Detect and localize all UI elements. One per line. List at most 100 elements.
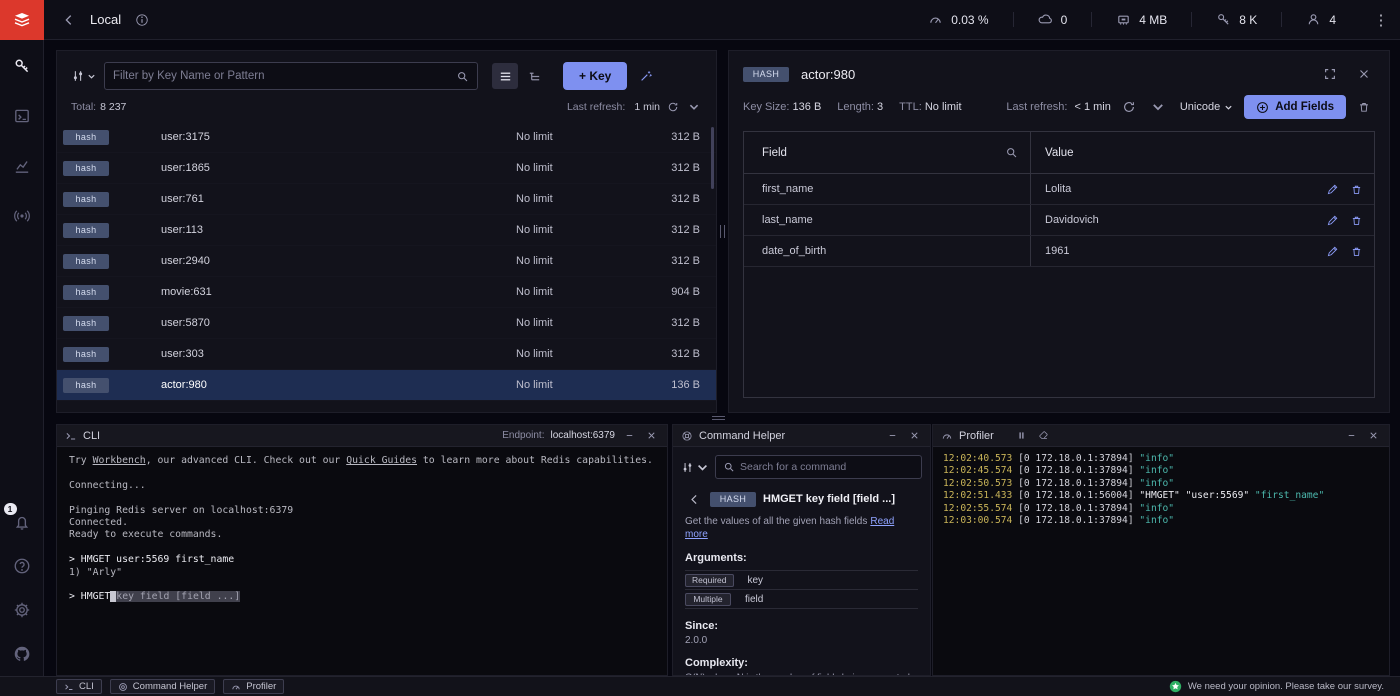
command-search-input[interactable] [740,461,914,473]
helper-search-row [673,447,930,485]
ttl-value[interactable]: No limit [925,101,962,113]
key-row[interactable]: hash movie:631 No limit 904 B [57,277,716,308]
key-type-badge: hash [63,254,109,269]
db-info-button[interactable] [131,9,153,31]
encoding-select[interactable]: Unicode [1176,101,1237,113]
stat-clients[interactable]: 4 [1281,12,1360,27]
key-name: movie:631 [161,286,516,298]
key-size-value: 136 B [793,101,822,113]
minimize-profiler-button[interactable] [1343,428,1359,444]
key-row[interactable]: hash user:3175 No limit 312 B [57,122,716,153]
close-profiler-button[interactable] [1365,428,1381,444]
back-button[interactable] [58,9,80,31]
key-details-meta: Key Size: 136 B Length: 3 TTL: No limit … [743,95,1375,119]
edit-field-button[interactable] [1322,210,1342,230]
sidebar-item-analytics[interactable] [10,154,34,178]
horizontal-resize-handle[interactable] [703,412,733,423]
field-search-icon[interactable] [1005,146,1018,159]
sidebar-item-pubsub[interactable] [10,204,34,228]
hash-field-value: 1961 [1045,245,1069,257]
details-refresh-button[interactable] [1118,96,1140,118]
delete-field-button[interactable] [1346,179,1366,199]
stat-clients-value: 4 [1329,13,1336,27]
argument-badge: Multiple [685,593,731,606]
bulk-actions-icon[interactable] [635,65,657,87]
add-key-button[interactable]: + Key [563,62,627,90]
stat-total-keys-value: 8 K [1239,13,1257,27]
minimize-cli-button[interactable] [621,428,637,444]
delete-field-button[interactable] [1346,210,1366,230]
key-ttl: No limit [516,131,628,143]
edit-field-button[interactable] [1322,179,1342,199]
key-row[interactable]: hash user:303 No limit 312 B [57,339,716,370]
statusbar-profiler-tab[interactable]: Profiler [223,679,284,694]
cli-output[interactable]: Try Workbench, our advanced CLI. Check o… [57,447,667,675]
key-type-filter-button[interactable] [71,69,96,83]
scrollbar[interactable] [711,127,714,189]
argument-badge: Required [685,574,734,587]
key-row[interactable]: hash user:1865 No limit 312 B [57,153,716,184]
key-search-input[interactable] [113,70,450,82]
survey-link[interactable]: We need your opinion. Please take our su… [1169,680,1390,693]
hash-field-name: date_of_birth [744,236,1030,266]
key-row[interactable]: hash user:2940 No limit 312 B [57,246,716,277]
clear-profiler-button[interactable] [1036,428,1052,444]
hash-field-value-cell: Davidovich [1030,205,1374,235]
statusbar: CLI Command Helper Profiler We need your… [0,676,1400,696]
overflow-menu-icon[interactable]: ⋮ [1370,9,1392,31]
sidebar-item-browser[interactable] [10,54,34,78]
chevron-down-icon [696,461,709,474]
tree-view-button[interactable] [521,63,547,89]
list-view-button[interactable] [492,63,518,89]
key-row[interactable]: hash actor:980 No limit 136 B [57,370,716,401]
helper-back-button[interactable] [685,490,703,508]
statusbar-command-helper-tab[interactable]: Command Helper [110,679,215,694]
stat-cpu[interactable]: 0.03 % [904,12,1012,27]
sidebar-item-workbench[interactable] [10,104,34,128]
fullscreen-button[interactable] [1319,63,1341,85]
close-helper-button[interactable] [906,428,922,444]
refresh-button[interactable] [665,99,681,115]
key-type-badge: hash [63,316,109,331]
profiler-output[interactable]: 12:02:40.573 [0 172.18.0.1:37894] "info"… [933,447,1389,675]
redis-logo[interactable] [0,0,44,40]
complexity-value: O(N) where N is the number of fields bei… [685,672,918,675]
endpoint-value: localhost:6379 [551,430,616,441]
auto-refresh-menu-button[interactable] [686,99,702,115]
key-row[interactable]: hash user:113 No limit 312 B [57,215,716,246]
delete-key-button[interactable] [1353,96,1375,118]
vertical-resize-handle[interactable] [717,50,728,413]
edit-field-button[interactable] [1322,241,1342,261]
key-row[interactable]: hash user:761 No limit 312 B [57,184,716,215]
stat-memory[interactable]: 4 MB [1091,12,1191,27]
stat-network[interactable]: 0 [1013,12,1092,27]
key-ttl: No limit [516,255,628,267]
key-details-panel: HASH actor:980 Key Size: 136 B Length: 3… [728,50,1390,413]
profiler-icon [941,430,953,442]
github-button[interactable] [10,642,34,666]
field-column-header: Field [762,147,787,159]
key-type-badge: HASH [743,67,789,82]
statusbar-command-helper-label: Command Helper [133,681,207,692]
delete-field-button[interactable] [1346,241,1366,261]
details-auto-refresh-menu-button[interactable] [1147,96,1169,118]
help-button[interactable] [10,554,34,578]
stat-total-keys[interactable]: 8 K [1191,12,1281,27]
add-fields-button[interactable]: Add Fields [1244,95,1346,119]
close-cli-button[interactable] [643,428,659,444]
helper-type-filter-button[interactable] [681,461,709,474]
settings-button[interactable] [10,598,34,622]
hash-table-header: Field Value [744,132,1374,174]
key-search[interactable] [104,62,478,90]
key-name: user:761 [161,193,516,205]
command-search[interactable] [715,455,922,479]
trash-icon [1350,183,1363,196]
statusbar-cli-tab[interactable]: CLI [56,679,102,694]
key-type-badge: hash [63,347,109,362]
key-row[interactable]: hash user:5870 No limit 312 B [57,308,716,339]
pause-profiler-button[interactable] [1014,428,1030,444]
minimize-helper-button[interactable] [884,428,900,444]
close-details-button[interactable] [1353,63,1375,85]
key-size: 904 B [628,286,700,298]
notifications-button[interactable]: 1 [10,510,34,534]
